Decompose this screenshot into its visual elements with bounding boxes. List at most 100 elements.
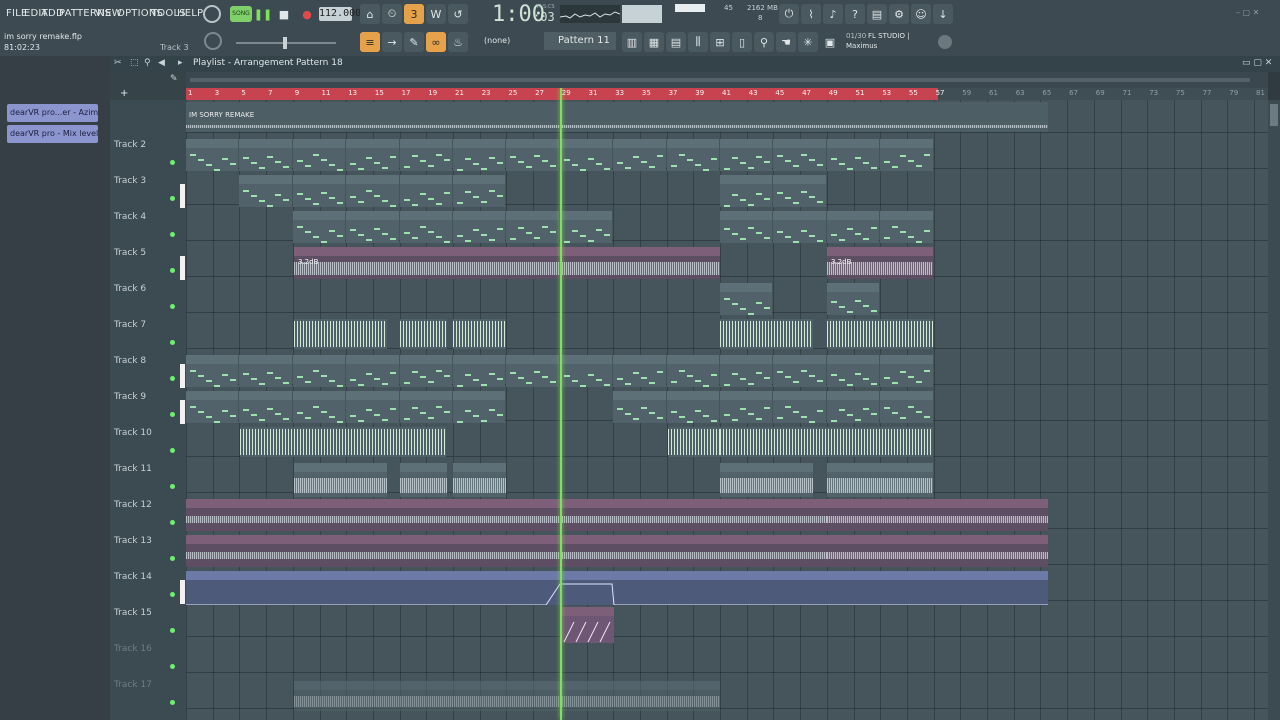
track-led-icon[interactable] [170, 376, 175, 381]
track-mute-switch[interactable] [180, 184, 185, 208]
pattern-clip[interactable]: Patt..n 19 [346, 355, 399, 387]
pattern-clip[interactable]: Pattern 26 [720, 283, 773, 315]
audio-clip-long[interactable]: OS_LFM_SFX_UK_Morning [186, 535, 400, 567]
track-name[interactable]: Track 12 [114, 500, 152, 510]
ks-clip[interactable]: KS_0 [294, 463, 387, 497]
plugin-mix-level[interactable]: dearVR pro - Mix level [7, 125, 98, 143]
pattern-clip[interactable]: Pattern 25 [559, 355, 613, 387]
audio-clip-long[interactable]: OS_LFM_SFX_UK_Morning [614, 535, 828, 567]
horizontal-scroll-thumb[interactable] [190, 78, 1250, 82]
plugin-picker-button[interactable]: ⊞ [710, 32, 730, 52]
menu-help[interactable]: HELP [177, 8, 203, 19]
select-tool-icon[interactable]: ⬚ [130, 58, 139, 68]
automation-clip-mix-level[interactable]: dearVR pro - Mix level [186, 571, 1048, 605]
master-volume-handle[interactable] [283, 37, 287, 49]
track-name[interactable]: Track 7 [114, 320, 146, 330]
track-led-icon[interactable] [170, 520, 175, 525]
track-name[interactable]: Track 15 [114, 608, 152, 618]
pattern-clip[interactable]: Pattern 17 [666, 391, 719, 423]
pattern-clip[interactable]: Pattern 17 [346, 391, 399, 423]
tempo-tap-button[interactable]: ✳ [798, 32, 818, 52]
pattern-clip[interactable]: Pattern 18 [613, 355, 666, 387]
track-name[interactable]: Track 4 [114, 212, 146, 222]
pattern-clip[interactable]: Pattern 20 [453, 355, 506, 387]
track-led-icon[interactable] [170, 412, 175, 417]
drum-clip[interactable] [720, 319, 813, 349]
track-name[interactable]: Track 9 [114, 392, 146, 402]
record-button[interactable]: ● [297, 4, 317, 24]
slice-tool-icon[interactable]: ✂ [114, 58, 122, 68]
tempo-display[interactable]: 112.000 [319, 7, 361, 21]
pattern-clip[interactable]: Pattern 5 [346, 211, 399, 243]
audio-clip-long[interactable]: OS_LFM_SFX_UK_Morning [827, 535, 1048, 567]
countdown-button[interactable]: 3 [404, 4, 424, 24]
pattern-selector[interactable]: Pattern 11 [544, 32, 616, 50]
stamp-button[interactable]: ♨ [448, 32, 468, 52]
wait-input-button[interactable]: ⏲ [382, 4, 402, 24]
pattern-clip[interactable]: Pattern 12 [559, 211, 613, 243]
pattern-clip[interactable]: Pattern 4 [720, 175, 773, 207]
piano-roll-button[interactable]: ▥ [622, 32, 642, 52]
download-button[interactable]: ↓ [933, 4, 953, 24]
pattern-clip[interactable]: Pattern 4 [346, 175, 399, 207]
ks-clip[interactable]: KS_0 [827, 463, 933, 497]
vertical-scroll-thumb[interactable] [1270, 104, 1278, 126]
track-led-icon[interactable] [170, 340, 175, 345]
pattern-clip[interactable]: Pattern 27 [826, 283, 880, 315]
pattern-clip[interactable]: Pattern 17 [613, 391, 666, 423]
pattern-clip[interactable]: Pattern 17 [399, 391, 452, 423]
ks-clip[interactable]: KS_0 [720, 463, 813, 497]
stop-button[interactable]: ■ [274, 4, 294, 24]
pattern-clip[interactable]: Pattern 18 [666, 355, 719, 387]
microphone-button[interactable]: ♪ [823, 4, 843, 24]
pattern-clip[interactable]: Pattern 17 [826, 391, 880, 423]
drum-clip[interactable] [453, 319, 506, 349]
pencil-button[interactable]: ✎ [404, 32, 424, 52]
pattern-clip[interactable]: Pattern 2 [666, 139, 719, 171]
pause-button[interactable]: ❚❚ [253, 4, 273, 24]
pattern-clip[interactable]: Pattern 17 [880, 391, 933, 423]
news-title[interactable]: FL STUDIO | [868, 32, 910, 40]
pattern-clip[interactable]: Pattern 1 [720, 139, 773, 171]
track-name[interactable]: Track 2 [114, 140, 146, 150]
track-name[interactable]: Track 5 [114, 248, 146, 258]
pattern-clip[interactable]: Pattern 17 [720, 391, 773, 423]
audio-clip-track17[interactable] [294, 681, 720, 711]
track-led-icon[interactable] [170, 160, 175, 165]
track-led-icon[interactable] [170, 484, 175, 489]
pattern-clip[interactable]: Pattern 1 [399, 139, 452, 171]
track-led-icon[interactable] [170, 664, 175, 669]
browser-button[interactable]: ▦ [644, 32, 664, 52]
pattern-clip[interactable]: Pattern 24 [506, 355, 559, 387]
pattern-clip[interactable]: Pattern 1 [292, 139, 346, 171]
drum-clip[interactable] [294, 319, 387, 349]
audio-clip-main[interactable]: IM SORRY REMAKE [186, 102, 1048, 132]
pattern-clip[interactable]: Pattern 4 [239, 175, 292, 207]
pattern-clip[interactable]: Pattern 4 [453, 175, 506, 207]
playlist-pattern[interactable]: Pattern 18 [296, 58, 343, 68]
pattern-clip[interactable]: Pattern 3 [880, 139, 933, 171]
pattern-clip[interactable]: Pattern 3 [826, 139, 880, 171]
pattern-clip[interactable]: Pattern 4 [399, 175, 452, 207]
pattern-clip[interactable]: Pattern 11 [880, 211, 933, 243]
pattern-clip[interactable]: Pattern 2 [613, 139, 666, 171]
track-led-icon[interactable] [170, 556, 175, 561]
pattern-clip[interactable]: Pattern 1 [239, 139, 292, 171]
ks-clip[interactable]: KS_0 [453, 463, 506, 497]
zoom-tool-icon[interactable]: ⚲ [144, 58, 151, 68]
audio-clip-long[interactable]: OS_LFM_SFX_Blank_Tape [614, 499, 828, 531]
metronome-button[interactable]: ⌂ [360, 4, 380, 24]
file-button[interactable]: ▯ [732, 32, 752, 52]
pattern-clip[interactable]: Pattern 21 [399, 355, 452, 387]
song-mode-button[interactable]: SONG [230, 6, 252, 22]
vertical-scrollbar[interactable] [1268, 100, 1280, 720]
drum-clip[interactable] [827, 319, 933, 349]
audio-clip-smoke-c[interactable]: S..h 3.2dB [827, 247, 933, 279]
window-controls[interactable]: – ▢ ✕ [1236, 8, 1276, 17]
pattern-clip[interactable]: Pattern 1 [346, 139, 399, 171]
playback-tool-icon[interactable]: ◀ [158, 58, 165, 68]
track-name[interactable]: Track 13 [114, 536, 152, 546]
track-name[interactable]: Track 17 [114, 680, 152, 690]
drum-clip[interactable] [400, 319, 447, 349]
arrow-button[interactable]: → [382, 32, 402, 52]
